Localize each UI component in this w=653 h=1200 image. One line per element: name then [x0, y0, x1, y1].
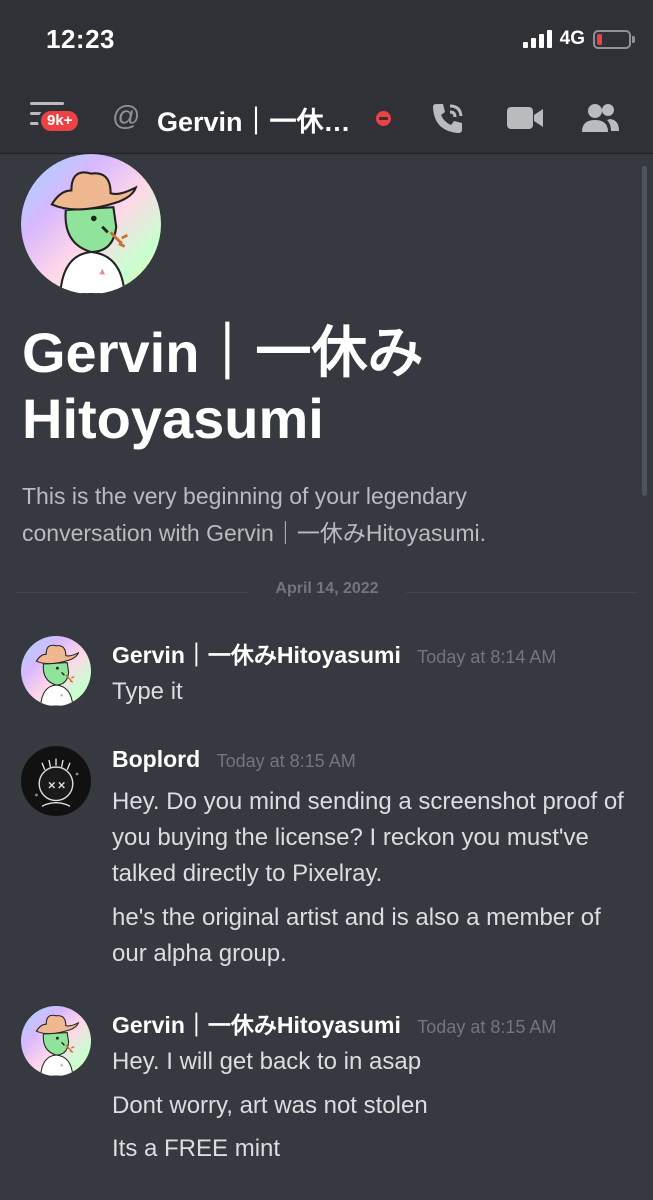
menu-button[interactable]: 9k+: [30, 102, 82, 136]
channel-header: 9k+ @ Gervin｜一休…: [0, 88, 653, 148]
intro-description: This is the very beginning of your legen…: [22, 483, 486, 546]
message-text[interactable]: Dont worry, art was not stolen: [112, 1088, 632, 1124]
battery-icon: [593, 29, 635, 49]
intro-avatar[interactable]: [21, 154, 161, 294]
author-name[interactable]: Boplord: [112, 746, 200, 772]
call-icon[interactable]: [428, 98, 468, 138]
avatar[interactable]: [21, 636, 91, 706]
message-text[interactable]: Hey. I will get back to in asap: [112, 1044, 632, 1080]
date-divider-label: April 14, 2022: [248, 580, 406, 598]
status-time: 12:23: [46, 24, 115, 54]
message-text[interactable]: Type it: [112, 674, 632, 710]
timestamp: Today at 8:15 AM: [417, 1017, 557, 1037]
channel-name[interactable]: Gervin｜一休…: [157, 100, 351, 139]
at-icon: @: [112, 100, 141, 131]
avatar[interactable]: [21, 746, 91, 816]
signal-icon: [522, 30, 552, 48]
timestamp: Today at 8:14 AM: [417, 647, 557, 667]
video-icon[interactable]: [505, 98, 545, 138]
message-text[interactable]: Its a FREE mint: [112, 1131, 632, 1167]
unread-badge: 9k+: [38, 108, 82, 134]
message-text[interactable]: he's the original artist and is also a m…: [112, 900, 632, 972]
timestamp: Today at 8:15 AM: [216, 751, 356, 771]
members-icon[interactable]: [580, 98, 620, 138]
dnd-status-icon: [376, 111, 391, 126]
status-icons: 4G: [522, 28, 635, 50]
message-text[interactable]: Hey. Do you mind sending a screenshot pr…: [112, 784, 632, 892]
top-bar: 12:23 4G 9k+ @ Gervin｜一休…: [0, 0, 653, 154]
scrollbar[interactable]: [642, 166, 647, 496]
intro-title: Gervin｜一休み Hitoyasumi: [22, 321, 424, 450]
author-name[interactable]: Gervin｜一休みHitoyasumi: [112, 1012, 401, 1038]
author-name[interactable]: Gervin｜一休みHitoyasumi: [112, 642, 401, 668]
avatar[interactable]: [21, 1006, 91, 1076]
network-label: 4G: [559, 28, 585, 49]
